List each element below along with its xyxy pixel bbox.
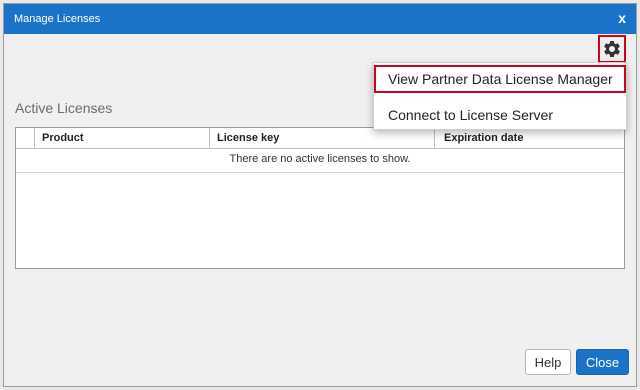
menu-item-connect-to-license-server[interactable]: Connect to License Server: [374, 101, 626, 129]
empty-table-message: There are no active licenses to show.: [229, 153, 411, 165]
settings-button[interactable]: [598, 35, 626, 63]
settings-menu: View Partner Data License Manager Connec…: [373, 62, 627, 130]
close-icon[interactable]: x: [618, 10, 626, 26]
table-header: Product License key Expiration date: [16, 128, 624, 149]
column-header-expiration-date[interactable]: Expiration date: [444, 132, 523, 144]
section-title-active-licenses: Active Licenses: [15, 100, 113, 116]
column-separator: [434, 128, 435, 148]
dialog-title: Manage Licenses: [14, 13, 101, 25]
close-button[interactable]: Close: [576, 349, 629, 375]
menu-item-view-partner-data-license-manager[interactable]: View Partner Data License Manager: [374, 65, 626, 93]
help-button[interactable]: Help: [525, 349, 571, 375]
row-divider: [16, 172, 624, 173]
dialog-titlebar: Manage Licenses x: [4, 4, 636, 34]
column-separator: [209, 128, 210, 148]
manage-licenses-dialog: Manage Licenses x Active Licenses Produc…: [3, 3, 637, 387]
column-separator: [34, 128, 35, 148]
column-header-license-key[interactable]: License key: [217, 132, 279, 144]
gear-icon: [604, 40, 620, 58]
column-header-product[interactable]: Product: [42, 132, 84, 144]
licenses-table: Product License key Expiration date Ther…: [15, 127, 625, 269]
